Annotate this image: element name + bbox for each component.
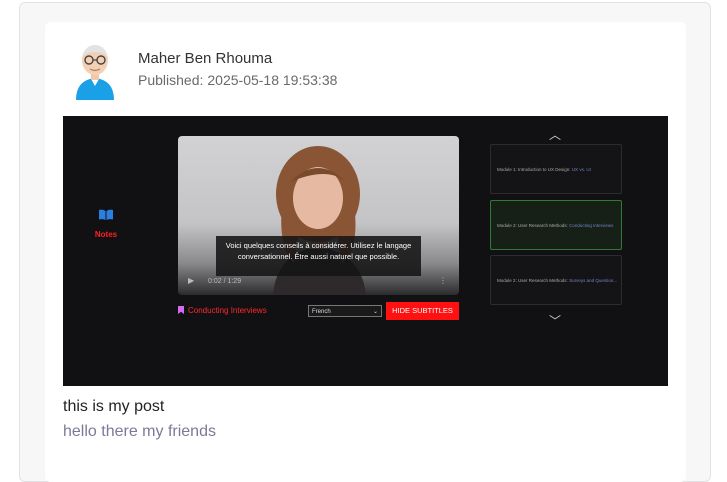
playlist-item-label: Module 2: User Research Methods: bbox=[497, 223, 568, 228]
notes-button[interactable]: Notes bbox=[83, 208, 129, 239]
playlist-item-sub: Surveys and Question... bbox=[569, 278, 618, 283]
chevron-up-icon[interactable]: ︿ bbox=[549, 126, 561, 143]
playlist-item-active[interactable]: Module 2: User Research Methods: Conduct… bbox=[490, 200, 622, 250]
bookmark-icon bbox=[178, 306, 184, 314]
playlist-item-sub: Conducting Interviews bbox=[569, 223, 614, 228]
published-date: Published: 2025-05-18 19:53:38 bbox=[138, 72, 337, 88]
published-timestamp: 2025-05-18 19:53:38 bbox=[207, 72, 338, 88]
language-select[interactable]: French ⌄ bbox=[308, 305, 382, 317]
video-embed: Notes Voici quelques conseils à considér… bbox=[63, 116, 668, 386]
playlist-item-label: Module 2: User Research Methods: bbox=[497, 278, 568, 283]
author-name[interactable]: Maher Ben Rhouma bbox=[138, 50, 272, 67]
playlist-item-sub: UX vs. UI bbox=[571, 167, 591, 172]
post-text: this is my post bbox=[63, 398, 165, 415]
language-selected: French bbox=[312, 309, 331, 315]
chevron-down-icon: ⌄ bbox=[372, 309, 378, 315]
video-title-link[interactable]: Conducting Interviews bbox=[178, 306, 267, 315]
video-title-text: Conducting Interviews bbox=[188, 306, 267, 315]
book-icon bbox=[99, 209, 113, 220]
video-toolbar: Conducting Interviews French ⌄ HIDE SUBT… bbox=[178, 302, 459, 320]
more-options-icon[interactable]: ⋮ bbox=[439, 276, 447, 285]
notes-label: Notes bbox=[94, 230, 118, 239]
playlist-item[interactable]: Module 2: User Research Methods: Surveys… bbox=[490, 255, 622, 305]
subtitle-overlay: Voici quelques conseils à considérer. Ut… bbox=[216, 236, 421, 276]
published-label: Published: bbox=[138, 72, 204, 88]
avatar bbox=[72, 42, 118, 100]
chevron-down-icon[interactable]: ﹀ bbox=[549, 312, 561, 329]
post-subtext: hello there my friends bbox=[63, 423, 216, 440]
time-display: 0:02 / 1:29 bbox=[208, 278, 242, 285]
play-icon[interactable]: ▶ bbox=[188, 276, 194, 285]
video-player[interactable]: Voici quelques conseils à considérer. Ut… bbox=[178, 136, 459, 295]
playlist-item[interactable]: Module 1: Introduction to UX Design: UX … bbox=[490, 144, 622, 194]
hide-subtitles-button[interactable]: HIDE SUBTITLES bbox=[386, 302, 459, 320]
playlist-item-label: Module 1: Introduction to UX Design: bbox=[497, 167, 571, 172]
